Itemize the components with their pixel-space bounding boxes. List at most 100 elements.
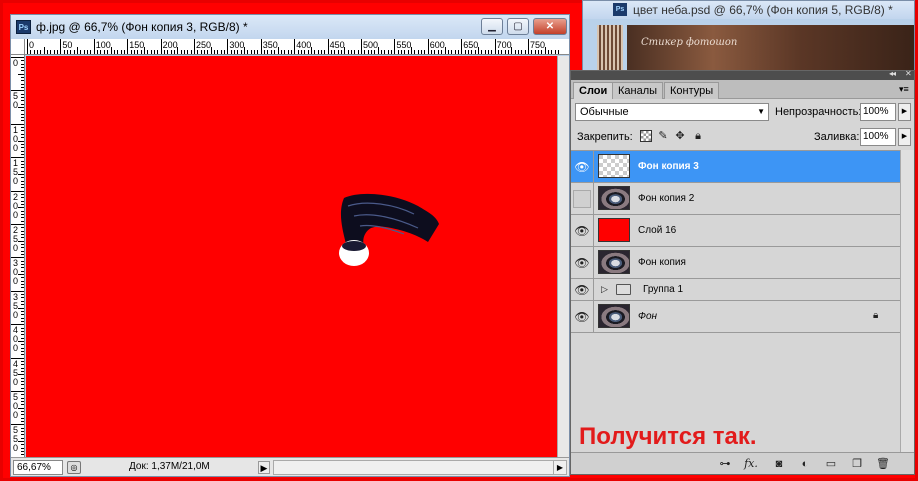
- status-menu-arrow-icon[interactable]: ▶: [258, 461, 270, 474]
- ruler-tick: [11, 190, 24, 192]
- lock-position-move-icon[interactable]: ✥: [674, 130, 686, 142]
- ruler-tick: [187, 50, 189, 54]
- ruler-tick: [297, 50, 299, 54]
- ruler-tick: [18, 173, 24, 175]
- layer-row-fon-kopiya-3[interactable]: 👁︎ Фон копия 3: [571, 151, 900, 183]
- ruler-horizontal[interactable]: 0 50 100 150 200 250 300 350 400 450 500 550 600 650 7…: [25, 39, 569, 55]
- document-window[interactable]: Ps ф.jpg @ 66,7% (Фон копия 3, RGB/8) * …: [10, 14, 570, 477]
- layer-thumbnail-transparent: [598, 154, 630, 178]
- eye-icon[interactable]: 👁︎: [573, 222, 591, 240]
- ruler-vertical[interactable]: 0 50 100 150 200 250 300 350 400 450 500 550: [11, 55, 25, 457]
- new-layer-icon[interactable]: ❐: [849, 457, 865, 471]
- ruler-tick: [11, 224, 24, 225]
- fill-input[interactable]: 100%: [860, 128, 896, 146]
- ruler-tick: [21, 431, 24, 433]
- layer-name[interactable]: Слой 16: [638, 225, 676, 236]
- ruler-tick: [514, 50, 516, 54]
- panel-menu-icon[interactable]: ▾≡: [899, 84, 909, 95]
- background-document-title-bar[interactable]: Ps цвет неба.psd @ 66,7% (Фон копия 5, R…: [583, 1, 914, 19]
- ruler-tick: [21, 100, 24, 102]
- ruler-tick: [240, 50, 242, 54]
- horizontal-scrollbar[interactable]: ▶: [273, 460, 567, 475]
- minimize-button[interactable]: ▁: [481, 18, 503, 35]
- background-document-canvas[interactable]: Стикер фотошоп: [627, 25, 914, 71]
- ruler-tick: [21, 277, 24, 279]
- document-title-bar[interactable]: Ps ф.jpg @ 66,7% (Фон копия 3, RGB/8) * …: [11, 15, 569, 39]
- ruler-tick: [163, 50, 165, 54]
- link-layers-icon[interactable]: ⊶: [717, 457, 733, 471]
- lock-image-brush-icon[interactable]: ✎: [657, 130, 669, 142]
- layer-name[interactable]: Фон копия 3: [638, 161, 699, 172]
- layer-row-fon[interactable]: 👁︎ Фон 🔒︎: [571, 301, 900, 333]
- ruler-tick: [21, 267, 24, 269]
- ruler-tick: [21, 367, 24, 369]
- ruler-tick: [147, 50, 149, 54]
- ruler-tick: [374, 50, 376, 54]
- blend-mode-value: Обычные: [580, 106, 629, 118]
- maximize-button[interactable]: ▢: [507, 18, 529, 35]
- add-mask-icon[interactable]: ◙: [771, 457, 787, 471]
- eye-icon[interactable]: 👁︎: [573, 158, 591, 176]
- panel-close-icon[interactable]: ✕: [905, 69, 912, 78]
- fill-slider-arrow-icon[interactable]: ▶: [898, 128, 911, 146]
- adjustment-layer-icon[interactable]: ◐: [797, 457, 813, 471]
- layer-separator: [593, 247, 594, 278]
- panel-header[interactable]: ◂◂ ✕: [571, 69, 914, 80]
- new-group-folder-icon[interactable]: ▭: [823, 457, 839, 471]
- background-document-watermark: Стикер фотошоп: [641, 37, 738, 48]
- ruler-tick: [477, 47, 479, 54]
- ruler-label: 100: [95, 40, 111, 50]
- collapse-icon[interactable]: ◂◂: [889, 69, 896, 78]
- opacity-slider-arrow-icon[interactable]: ▶: [898, 103, 911, 121]
- ruler-label: 750: [530, 40, 546, 50]
- visibility-toggle-empty[interactable]: [573, 190, 591, 208]
- ruler-tick: [214, 50, 216, 54]
- ruler-tick: [21, 187, 24, 189]
- eye-icon[interactable]: 👁︎: [573, 308, 591, 326]
- tab-layers[interactable]: Слои: [573, 82, 614, 99]
- document-title: ф.jpg @ 66,7% (Фон копия 3, RGB/8) *: [36, 20, 248, 34]
- ruler-tick: [21, 247, 24, 249]
- layers-scrollbar[interactable]: [900, 150, 914, 452]
- vertical-scrollbar[interactable]: [557, 56, 569, 457]
- ruler-tick: [21, 254, 24, 256]
- lock-transparency-icon[interactable]: [640, 130, 652, 142]
- ruler-corner[interactable]: [11, 39, 25, 55]
- scroll-right-arrow-icon[interactable]: ▶: [553, 461, 566, 474]
- layer-name[interactable]: Группа 1: [643, 284, 683, 295]
- ruler-tick: [504, 50, 506, 54]
- layer-row-fon-kopiya-2[interactable]: Фон копия 2: [571, 183, 900, 215]
- layer-style-fx-icon[interactable]: fx.: [743, 457, 759, 471]
- ruler-tick: [11, 257, 24, 259]
- opacity-label: Непрозрачность:: [775, 106, 862, 118]
- layer-name[interactable]: Фон: [638, 311, 657, 322]
- ruler-tick: [21, 67, 24, 69]
- tab-channels[interactable]: Каналы: [612, 82, 664, 99]
- ruler-label: 350: [13, 291, 19, 320]
- ruler-tick: [21, 421, 24, 423]
- eye-icon[interactable]: 👁︎: [573, 254, 591, 272]
- canvas[interactable]: [26, 56, 569, 457]
- ruler-tick: [494, 39, 496, 54]
- ruler-tick: [21, 344, 24, 346]
- ruler-tick: [364, 50, 366, 54]
- layer-name[interactable]: Фон копия 2: [638, 193, 694, 204]
- tab-paths[interactable]: Контуры: [664, 82, 720, 99]
- layer-row-gruppa-1[interactable]: 👁︎ ▷ Группа 1: [571, 279, 900, 301]
- ruler-tick: [21, 314, 24, 316]
- background-document-window[interactable]: Ps цвет неба.psd @ 66,7% (Фон копия 5, R…: [582, 0, 915, 72]
- trash-icon[interactable]: 🗑︎: [875, 457, 891, 471]
- blend-mode-select[interactable]: Обычные ▼: [575, 103, 769, 121]
- layer-row-fon-kopiya[interactable]: 👁︎ Фон копия: [571, 247, 900, 279]
- eye-icon[interactable]: 👁︎: [573, 281, 591, 299]
- layer-row-sloy-16[interactable]: 👁︎ Слой 16: [571, 215, 900, 247]
- ruler-tick: [484, 50, 486, 54]
- layer-name[interactable]: Фон копия: [638, 257, 686, 268]
- zoom-level[interactable]: 66,67%: [13, 460, 63, 475]
- close-button[interactable]: ✕: [533, 18, 567, 35]
- status-icon[interactable]: ◎: [67, 461, 81, 474]
- ruler-label: 150: [13, 158, 19, 187]
- group-expand-arrow-icon[interactable]: ▷: [601, 284, 608, 295]
- lock-all-icon[interactable]: 🔒︎: [692, 130, 704, 142]
- opacity-input[interactable]: 100%: [860, 103, 896, 121]
